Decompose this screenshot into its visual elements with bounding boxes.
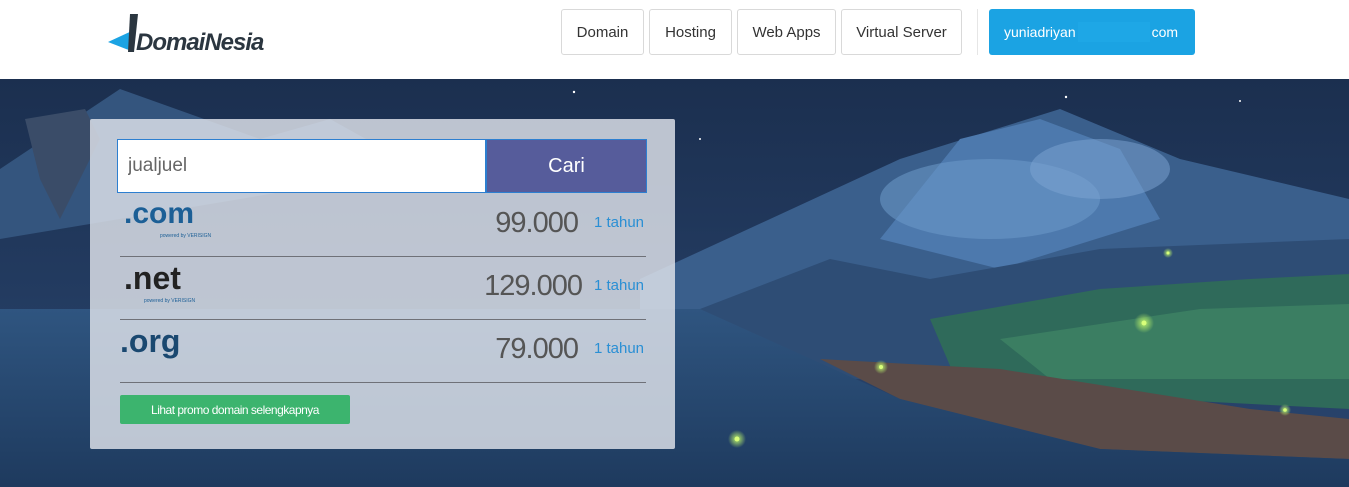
domain-promo-button[interactable]: Lihat promo domain selengkapnya: [120, 395, 350, 424]
nav-divider: [977, 9, 978, 55]
period-net: 1 tahun: [593, 277, 644, 294]
nav-virtual-server-button[interactable]: Virtual Server: [841, 9, 962, 55]
nav-domain-button[interactable]: Domain: [561, 9, 644, 55]
price-org: 79.000: [495, 333, 579, 365]
nav-web-apps-button[interactable]: Web Apps: [737, 9, 836, 55]
verisign-note: powered by VERISIGN: [144, 298, 196, 304]
price-com: 99.000: [495, 207, 579, 239]
tld-org-logo: .org: [120, 323, 181, 359]
domainesia-logo[interactable]: DomaiNesia: [106, 12, 266, 60]
account-name-prefix: yuniadriyan: [1004, 24, 1076, 40]
verisign-note: powered by VERISIGN: [160, 233, 212, 239]
nav-hosting-button[interactable]: Hosting: [649, 9, 732, 55]
price-net: 129.000: [484, 270, 583, 302]
logo-text: DomaiNesia: [136, 29, 264, 56]
period-org: 1 tahun: [593, 340, 644, 357]
period-com: 1 tahun: [593, 214, 644, 231]
account-name-suffix: com: [1151, 24, 1179, 40]
tld-net-logo: .net: [124, 260, 181, 296]
top-header: DomaiNesia Domain Hosting Web Apps Virtu…: [0, 0, 1349, 79]
account-button[interactable]: yuniadriyan com: [989, 9, 1195, 55]
redacted-block: [1077, 22, 1150, 42]
row-divider: [120, 382, 646, 383]
domain-row-net[interactable]: .net powered by VERISIGN 129.000 1 tahun: [120, 256, 646, 319]
domain-row-com[interactable]: .com powered by VERISIGN 99.000 1 tahun: [120, 193, 646, 256]
domain-search-panel: Cari .com powered by VERISIGN 99.000 1 t…: [90, 119, 675, 449]
domain-row-org[interactable]: .org 79.000 1 tahun: [120, 319, 646, 382]
search-button[interactable]: Cari: [486, 139, 647, 193]
domain-search-input[interactable]: [117, 139, 486, 193]
tld-com-logo: .com: [124, 197, 195, 230]
